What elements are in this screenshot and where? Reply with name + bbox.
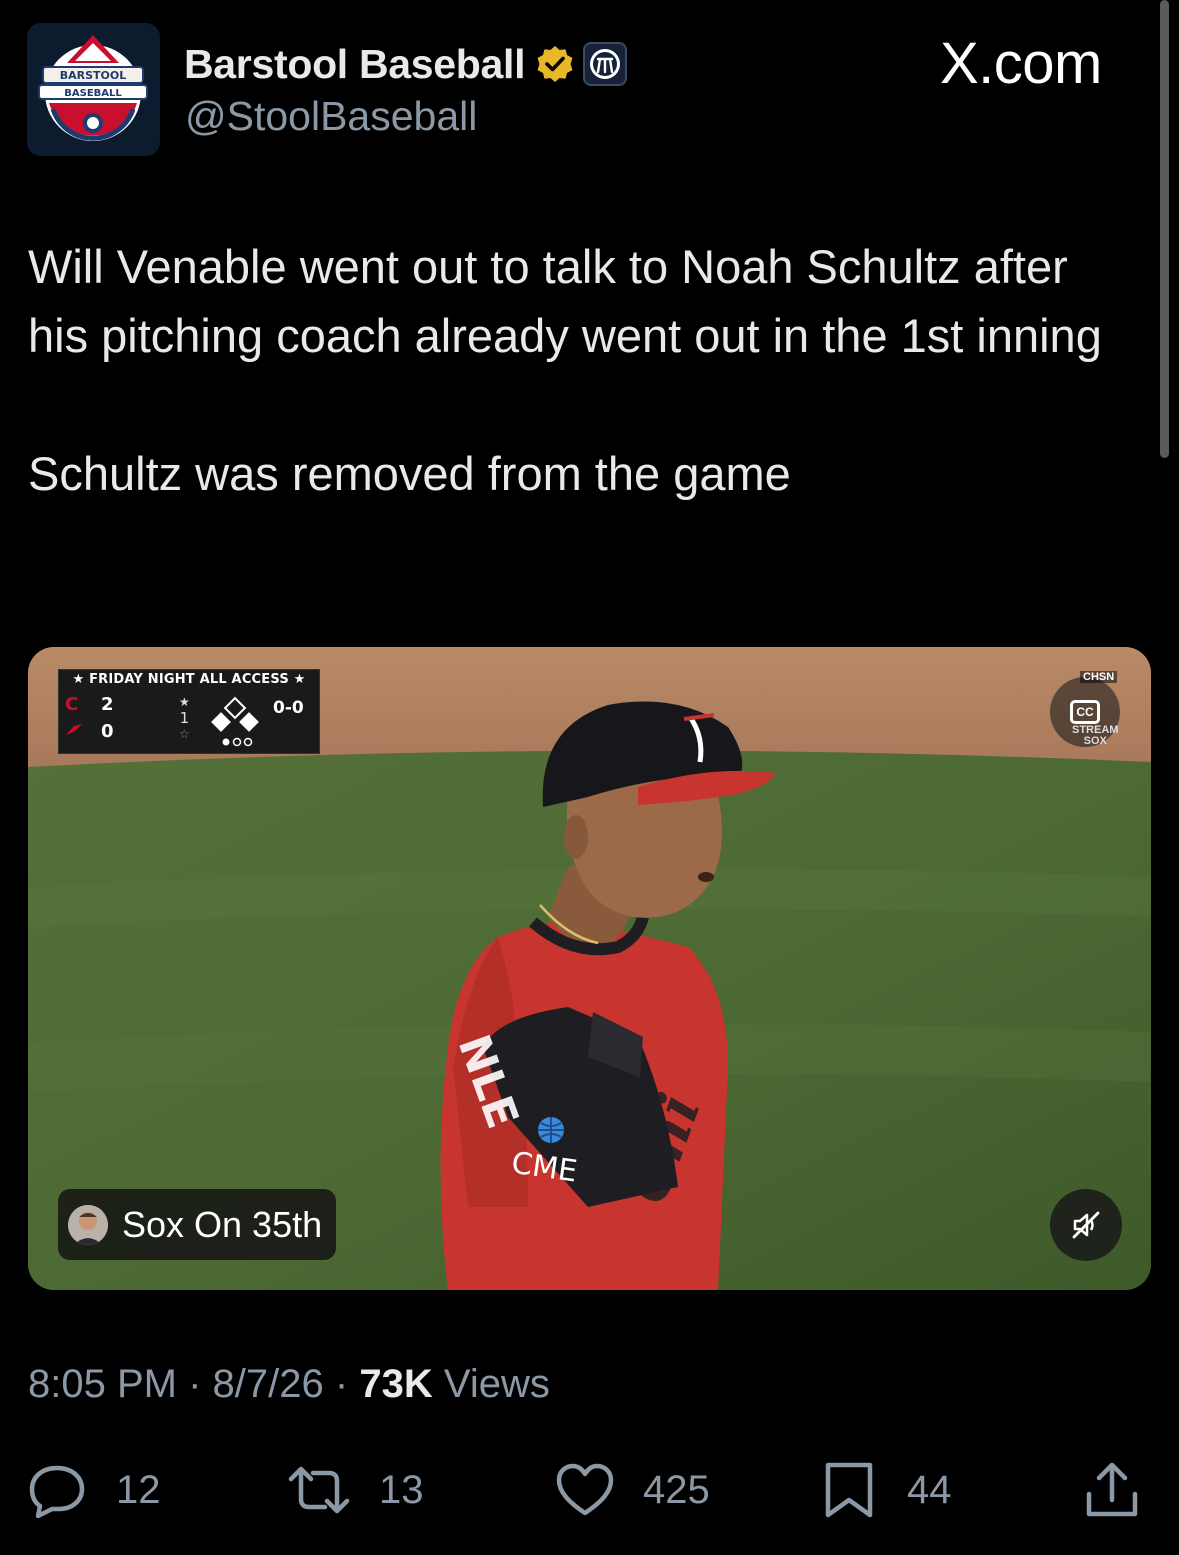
repost-button[interactable]: 13	[287, 1458, 424, 1522]
tweet-text-paragraph-1: Will Venable went out to talk to Noah Sc…	[28, 240, 1102, 362]
display-name[interactable]: Barstool Baseball	[184, 41, 526, 88]
repost-icon	[288, 1466, 350, 1514]
handle[interactable]: @StoolBaseball	[185, 93, 477, 140]
mute-button[interactable]	[1050, 1189, 1122, 1261]
reply-button[interactable]: 12	[28, 1458, 161, 1522]
scorebug-title: ★ FRIDAY NIGHT ALL ACCESS ★	[72, 672, 306, 687]
avatar-text-top: BARSTOOL	[60, 69, 127, 82]
tweet-time[interactable]: 8:05 PM	[28, 1362, 177, 1406]
team1-logo: C	[65, 694, 79, 715]
bookmark-button[interactable]: 44	[823, 1458, 952, 1522]
source-watermark: X.com	[940, 31, 1102, 96]
video-source-chip[interactable]: Sox On 35th	[58, 1189, 337, 1260]
bookmark-icon	[825, 1462, 873, 1518]
verified-badge-icon[interactable]	[535, 44, 575, 84]
share-button[interactable]	[1084, 1458, 1140, 1522]
chip-avatar	[68, 1204, 108, 1245]
tweet-meta: 8:05 PM · 8/7/26 · 73K Views	[28, 1362, 550, 1407]
speaker-muted-icon	[1072, 1211, 1100, 1239]
tweet-text-paragraph-2: Schultz was removed from the game	[28, 447, 791, 500]
scorebug-inning: ★ 1 ☆	[179, 695, 190, 741]
bookmark-count: 44	[907, 1467, 952, 1512]
bases-diamond-icon	[211, 696, 259, 747]
chip-label: Sox On 35th	[122, 1203, 323, 1245]
stream-label-2: SOX	[1083, 735, 1107, 747]
meta-separator-1: ·	[188, 1362, 202, 1406]
barstool-stool-icon	[590, 49, 621, 79]
inning-number: 1	[179, 709, 190, 727]
video-player[interactable]: NLE Chi CME ★ FRIDAY NIGHT ALL ACCESS ★ …	[28, 647, 1151, 1290]
name-row: Barstool Baseball	[184, 36, 628, 92]
cc-icon: CC	[1070, 700, 1100, 724]
reply-count: 12	[116, 1467, 161, 1512]
heart-icon	[556, 1463, 614, 1516]
scorebug-team2: 0	[65, 721, 114, 742]
scorebug: ★ FRIDAY NIGHT ALL ACCESS ★ C 2 0 ★ 1 ☆ …	[58, 669, 320, 754]
network-bug: CHSN	[1080, 671, 1118, 683]
avatar-text-bottom: BASEBALL	[64, 88, 122, 99]
tweet-date[interactable]: 8/7/26	[213, 1362, 324, 1406]
like-count: 425	[643, 1467, 710, 1512]
scrollbar[interactable]	[1160, 0, 1169, 458]
pitch-count: 0-0	[273, 698, 304, 718]
action-bar: 12 13 425 44	[0, 1458, 1179, 1522]
meta-separator-2: ·	[334, 1362, 349, 1406]
barstool-affiliate-icon[interactable]	[583, 42, 628, 86]
stream-label: STREAM SOX	[1072, 725, 1118, 747]
repost-count: 13	[379, 1467, 424, 1512]
team2-logo-icon	[65, 721, 87, 742]
avatar[interactable]: BARSTOOL BASEBALL	[27, 23, 160, 156]
scorebug-team1: C 2	[65, 694, 114, 715]
team1-score: 2	[101, 694, 114, 715]
views-label: Views	[443, 1362, 550, 1406]
views-count[interactable]: 73K	[359, 1362, 432, 1406]
reply-icon	[29, 1465, 85, 1518]
barstool-baseball-logo: BARSTOOL BASEBALL	[27, 23, 160, 156]
like-button[interactable]: 425	[555, 1458, 710, 1522]
team2-score: 0	[101, 721, 114, 742]
tweet-text: Will Venable went out to talk to Noah Sc…	[28, 232, 1138, 508]
share-icon	[1086, 1462, 1138, 1517]
